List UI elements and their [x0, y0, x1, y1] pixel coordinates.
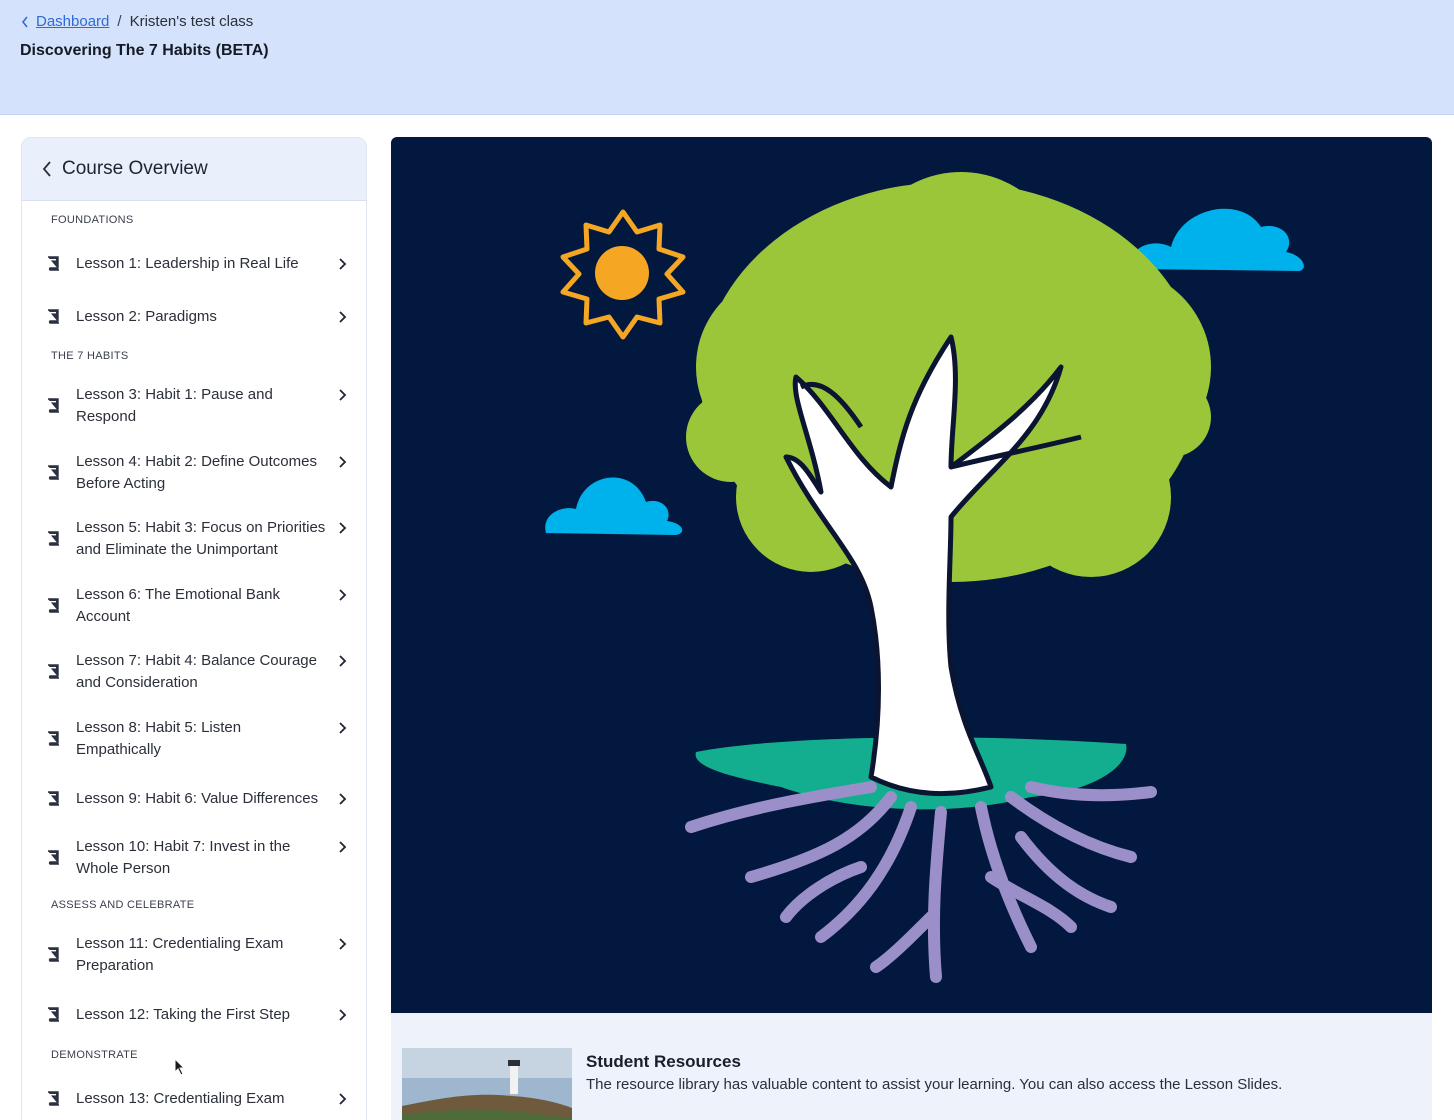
lesson-label: Lesson 13: Credentialing Exam: [76, 1090, 285, 1107]
breadcrumb-dashboard-link[interactable]: Dashboard: [36, 13, 109, 30]
lesson-label: Lesson 7: Habit 4: Balance Courage and C…: [76, 652, 317, 691]
cloud-icon: [1130, 208, 1304, 271]
chevron-left-icon[interactable]: [20, 15, 30, 29]
book-icon: [48, 465, 59, 480]
resources-title: Student Resources: [586, 1052, 741, 1071]
lesson-item[interactable]: Lesson 13: Credentialing Exam: [22, 1087, 366, 1111]
lesson-item[interactable]: Lesson 6: The Emotional Bank Account: [22, 584, 366, 628]
breadcrumb-current: Kristen's test class: [129, 13, 254, 30]
lesson-item[interactable]: Lesson 12: Taking the First Step: [22, 1003, 366, 1027]
page-header: Dashboard / Kristen's test class Discove…: [0, 0, 1454, 115]
book-icon: [48, 1091, 59, 1106]
chevron-right-icon: [339, 1009, 347, 1021]
lesson-item[interactable]: Lesson 9: Habit 6: Value Differences: [22, 787, 366, 811]
book-icon: [48, 531, 59, 546]
lesson-label: Lesson 1: Leadership in Real Life: [76, 255, 299, 272]
course-overview-title: Course Overview: [62, 158, 208, 179]
course-sidebar: Course Overview FOUNDATIONS Lesson 1: Le…: [21, 137, 367, 1120]
lesson-label: Lesson 2: Paradigms: [76, 308, 217, 325]
chevron-right-icon: [339, 1093, 347, 1105]
chevron-right-icon: [339, 389, 347, 401]
lesson-label: Lesson 12: Taking the First Step: [76, 1006, 291, 1023]
lesson-item[interactable]: Lesson 3: Habit 1: Pause and Respond: [22, 384, 366, 428]
lighthouse-thumbnail: [402, 1048, 572, 1120]
lesson-label: Lesson 3: Habit 1: Pause and Respond: [76, 386, 273, 425]
chevron-right-icon: [339, 258, 347, 270]
lesson-item[interactable]: Lesson 5: Habit 3: Focus on Priorities a…: [22, 517, 366, 561]
sun-icon: [560, 209, 686, 340]
breadcrumb: Dashboard / Kristen's test class: [20, 13, 253, 30]
book-icon: [48, 256, 59, 271]
chevron-right-icon: [339, 655, 347, 667]
lesson-item[interactable]: Lesson 2: Paradigms: [22, 305, 366, 329]
chevron-right-icon: [339, 589, 347, 601]
cloud-icon: [545, 477, 683, 535]
tree-roots: [685, 781, 1157, 983]
resources-description: The resource library has valuable conten…: [586, 1076, 1283, 1093]
breadcrumb-separator: /: [117, 13, 122, 30]
lesson-item[interactable]: Lesson 11: Credentialing Exam Preparatio…: [22, 933, 366, 977]
book-icon: [48, 664, 59, 679]
chevron-left-icon[interactable]: [40, 159, 54, 179]
chevron-right-icon: [339, 841, 347, 853]
section-title: THE 7 HABITS: [51, 350, 129, 362]
chevron-right-icon: [339, 456, 347, 468]
lesson-label: Lesson 11: Credentialing Exam Preparatio…: [76, 935, 284, 974]
book-icon: [48, 791, 59, 806]
tree-illustration: [545, 172, 1304, 983]
section-title: DEMONSTRATE: [51, 1049, 138, 1061]
lesson-item[interactable]: Lesson 1: Leadership in Real Life: [22, 252, 366, 276]
chevron-right-icon: [339, 722, 347, 734]
section-title: FOUNDATIONS: [51, 214, 134, 226]
lesson-label: Lesson 4: Habit 2: Define Outcomes Befor…: [76, 453, 317, 492]
lesson-item[interactable]: Lesson 8: Habit 5: Listen Empathically: [22, 717, 366, 761]
student-resources-panel: Student Resources The resource library h…: [391, 1013, 1432, 1120]
book-icon: [48, 598, 59, 613]
lesson-item[interactable]: Lesson 10: Habit 7: Invest in the Whole …: [22, 836, 366, 880]
page-title: Discovering The 7 Habits (BETA): [20, 42, 269, 59]
book-icon: [48, 947, 59, 962]
chevron-right-icon: [339, 938, 347, 950]
chevron-right-icon: [339, 522, 347, 534]
lesson-label: Lesson 9: Habit 6: Value Differences: [76, 790, 319, 807]
lesson-item[interactable]: Lesson 7: Habit 4: Balance Courage and C…: [22, 650, 366, 694]
book-icon: [48, 309, 59, 324]
section-title: ASSESS AND CELEBRATE: [51, 899, 195, 911]
lesson-item[interactable]: Lesson 4: Habit 2: Define Outcomes Befor…: [22, 451, 366, 495]
mouse-cursor-icon: [174, 1058, 186, 1076]
lesson-label: Lesson 10: Habit 7: Invest in the Whole …: [76, 838, 291, 877]
lesson-label: Lesson 8: Habit 5: Listen Empathically: [76, 719, 242, 758]
chevron-right-icon: [339, 311, 347, 323]
lesson-label: Lesson 6: The Emotional Bank Account: [76, 586, 281, 625]
book-icon: [48, 1007, 59, 1022]
course-overview-header[interactable]: Course Overview: [22, 138, 366, 201]
course-hero-illustration: [391, 137, 1432, 1013]
chevron-right-icon: [339, 793, 347, 805]
book-icon: [48, 731, 59, 746]
book-icon: [48, 398, 59, 413]
book-icon: [48, 850, 59, 865]
lesson-label: Lesson 5: Habit 3: Focus on Priorities a…: [76, 519, 326, 558]
